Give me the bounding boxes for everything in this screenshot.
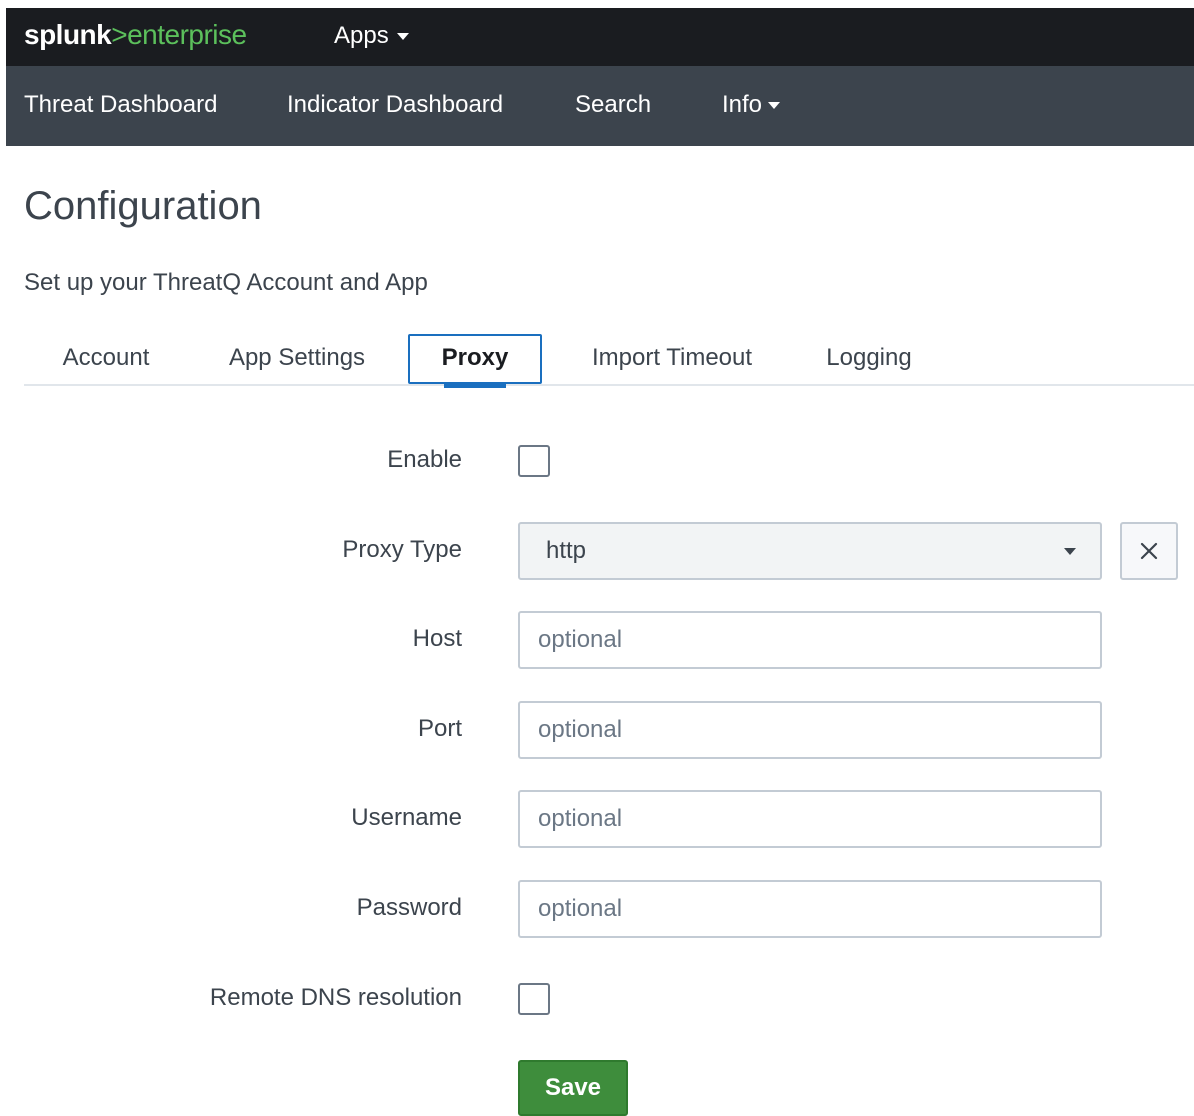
password-label: Password bbox=[356, 894, 462, 921]
tab-proxy[interactable]: Proxy bbox=[408, 334, 542, 388]
remote-dns-label: Remote DNS resolution bbox=[209, 984, 462, 1011]
nav-item-info[interactable]: Info bbox=[722, 90, 781, 120]
nav-item-search[interactable]: Search bbox=[575, 90, 651, 120]
nav-item-label: Threat Dashboard bbox=[24, 91, 218, 118]
port-input[interactable] bbox=[518, 701, 1102, 759]
chevron-down-icon bbox=[396, 32, 409, 40]
tab-logging[interactable]: Logging bbox=[804, 334, 934, 384]
nav-item-threat-dashboard[interactable]: Threat Dashboard bbox=[24, 90, 217, 120]
apps-menu[interactable]: Apps bbox=[334, 22, 409, 50]
form-row-port: Port bbox=[6, 701, 1194, 759]
app-nav-bar: Threat Dashboard Indicator Dashboard Sea… bbox=[6, 66, 1194, 146]
nav-item-label: Search bbox=[575, 91, 652, 118]
clear-proxy-type-button[interactable] bbox=[1120, 522, 1178, 580]
form-row-password: Password bbox=[6, 880, 1194, 938]
logo-separator: > bbox=[111, 19, 128, 50]
page-title: Configuration bbox=[24, 184, 262, 228]
nav-item-label: Indicator Dashboard bbox=[287, 91, 504, 118]
form-row-host: Host bbox=[6, 611, 1194, 669]
remote-dns-checkbox[interactable] bbox=[518, 983, 550, 1015]
page-subtitle: Set up your ThreatQ Account and App bbox=[24, 269, 428, 296]
form-row-remote-dns: Remote DNS resolution bbox=[6, 982, 1194, 1018]
config-tabs: Account App Settings Proxy Import Timeou… bbox=[24, 330, 1194, 388]
close-icon bbox=[1140, 542, 1158, 560]
username-label: Username bbox=[351, 804, 462, 831]
logo-product: enterprise bbox=[127, 19, 247, 50]
apps-menu-label: Apps bbox=[334, 22, 389, 49]
host-input[interactable] bbox=[518, 611, 1102, 669]
chevron-down-icon bbox=[1064, 548, 1076, 555]
username-input[interactable] bbox=[518, 790, 1102, 848]
proxy-type-select[interactable]: http bbox=[518, 522, 1102, 580]
form-row-proxy-type: Proxy Type http bbox=[6, 522, 1194, 580]
tab-account[interactable]: Account bbox=[24, 334, 188, 384]
host-label: Host bbox=[412, 625, 462, 652]
logo-brand: splunk bbox=[24, 19, 112, 50]
tab-app-settings[interactable]: App Settings bbox=[214, 334, 380, 384]
port-label: Port bbox=[417, 715, 462, 742]
save-button[interactable]: Save bbox=[518, 1060, 628, 1116]
proxy-type-label: Proxy Type bbox=[342, 536, 462, 563]
form-row-username: Username bbox=[6, 790, 1194, 848]
password-input[interactable] bbox=[518, 880, 1102, 938]
tab-import-timeout[interactable]: Import Timeout bbox=[572, 334, 772, 384]
nav-item-indicator-dashboard[interactable]: Indicator Dashboard bbox=[287, 90, 503, 120]
app-frame: splunk>enterprise Apps Threat Dashboard … bbox=[6, 8, 1194, 1116]
enable-label: Enable bbox=[387, 446, 462, 473]
splunk-logo[interactable]: splunk>enterprise bbox=[24, 20, 247, 50]
proxy-type-value: http bbox=[546, 537, 587, 564]
splunk-top-bar: splunk>enterprise Apps bbox=[6, 8, 1194, 66]
chevron-down-icon bbox=[768, 101, 781, 109]
enable-checkbox[interactable] bbox=[518, 445, 550, 477]
form-row-enable: Enable bbox=[6, 444, 1194, 480]
nav-item-label: Info bbox=[722, 91, 763, 118]
